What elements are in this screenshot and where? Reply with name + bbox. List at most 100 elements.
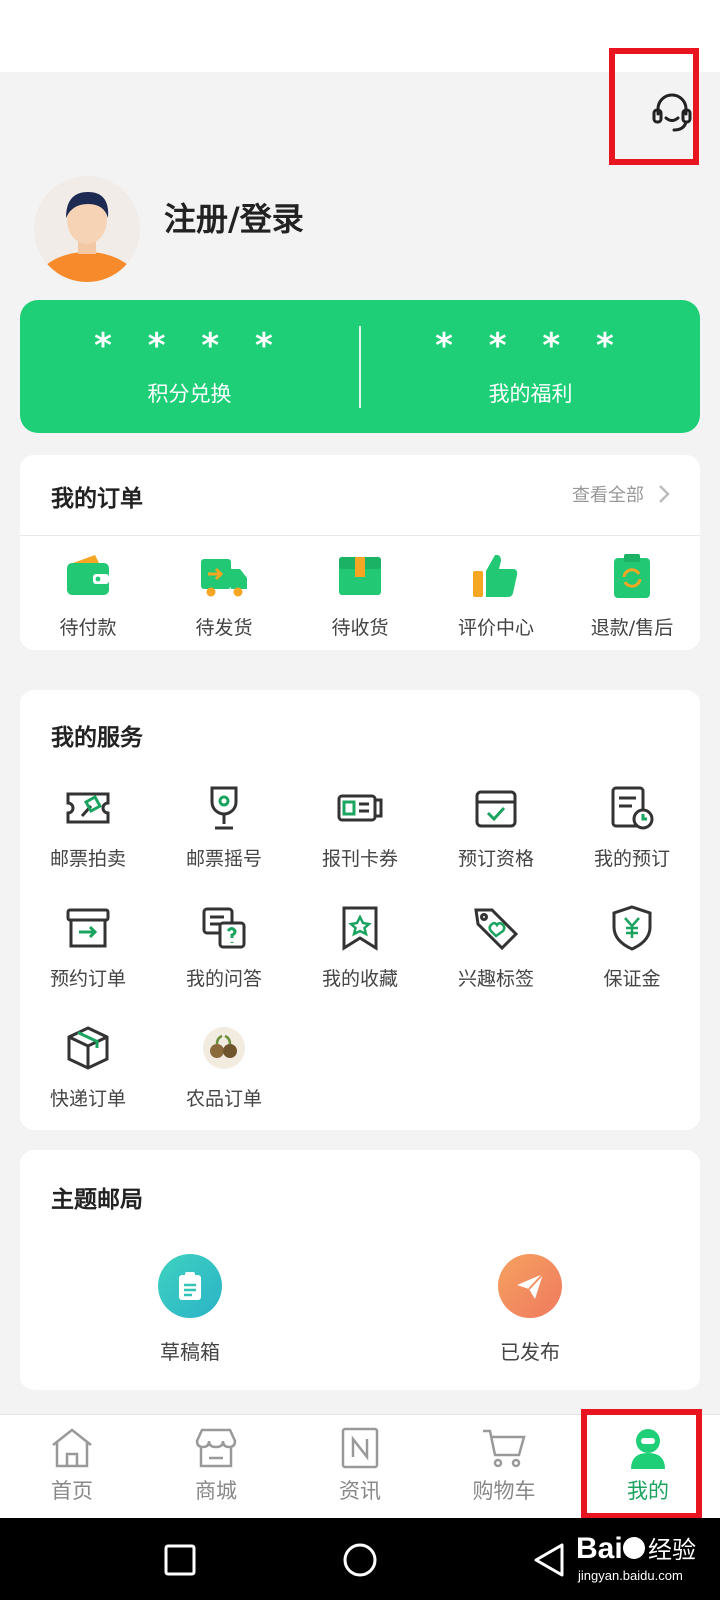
order-pending-payment[interactable]: 待付款 — [20, 551, 156, 640]
tab-mine[interactable]: 我的 — [576, 1427, 720, 1505]
question-chat-icon — [202, 907, 246, 949]
orders-title: 我的订单 — [51, 486, 143, 512]
order-pending-payment-label: 待付款 — [59, 617, 117, 639]
order-pending-shipment-label: 待发货 — [195, 617, 253, 639]
services-card: 我的服务 邮票拍卖 邮票摇号 报刊卡券 预订资格 我的预订 预约订单 我的问答 … — [20, 690, 700, 1130]
view-all-orders-link[interactable]: 查看全部 — [572, 481, 670, 507]
tab-home-label: 首页 — [51, 1479, 93, 1503]
back-button[interactable] — [530, 1540, 570, 1580]
delivery-truck-icon — [201, 559, 247, 597]
points-exchange-label: 积分兑换 — [147, 381, 232, 406]
document-clock-icon — [611, 786, 654, 830]
home-button[interactable] — [340, 1540, 380, 1580]
service-express-orders[interactable]: 快递订单 — [20, 1024, 156, 1111]
my-benefits[interactable]: * * * * 我的福利 — [361, 326, 700, 408]
service-my-qa[interactable]: 我的问答 — [156, 904, 292, 991]
bookmark-star-icon — [342, 906, 378, 951]
service-stamp-lottery[interactable]: 邮票摇号 — [156, 784, 292, 871]
baidu-jingyan-watermark: Bai 经验 jingyan.baidu.com — [576, 1532, 696, 1583]
service-reserved-orders[interactable]: 预约订单 — [20, 904, 156, 991]
view-all-label: 查看全部 — [572, 485, 644, 506]
order-review-center-label: 评价中心 — [457, 617, 534, 639]
tab-news-label: 资讯 — [339, 1479, 381, 1503]
store-icon — [195, 1428, 237, 1468]
customer-service-button[interactable] — [642, 82, 702, 142]
points-value: * * * * — [94, 325, 285, 366]
published-button[interactable]: 已发布 — [430, 1254, 630, 1365]
svg-text:jingyan.baidu.com: jingyan.baidu.com — [577, 1568, 683, 1583]
order-refund-aftersales[interactable]: 退款/售后 — [564, 551, 700, 640]
wallet-icon — [67, 555, 109, 595]
system-navigation-bar: Bai 经验 jingyan.baidu.com — [0, 1518, 720, 1600]
user-icon — [631, 1429, 665, 1469]
tab-cart-label: 购物车 — [472, 1479, 536, 1503]
points-card: * * * * 积分兑换 * * * * 我的福利 — [20, 300, 700, 433]
tag-heart-icon — [474, 908, 519, 951]
service-deposit-label: 保证金 — [603, 968, 661, 990]
service-stamp-auction[interactable]: 邮票拍卖 — [20, 784, 156, 871]
service-reserved-orders-label: 预约订单 — [49, 968, 126, 990]
points-divider — [359, 325, 361, 408]
benefits-value: * * * * — [435, 325, 626, 366]
headset-icon — [652, 93, 692, 132]
cart-icon — [483, 1429, 526, 1468]
default-avatar-icon — [35, 192, 139, 282]
my-benefits-label: 我的福利 — [488, 381, 573, 406]
points-exchange[interactable]: * * * * 积分兑换 — [20, 326, 359, 408]
services-title: 我的服务 — [51, 725, 143, 751]
trophy-icon — [210, 786, 238, 830]
orders-divider — [20, 535, 700, 536]
service-farm-orders-label: 农品订单 — [185, 1088, 262, 1110]
service-my-favorites[interactable]: 我的收藏 — [292, 904, 428, 991]
theme-post-title: 主题邮局 — [51, 1187, 143, 1213]
svg-text:Bai: Bai — [576, 1532, 623, 1565]
service-stamp-auction-label: 邮票拍卖 — [49, 848, 126, 870]
order-pending-shipment[interactable]: 待发货 — [156, 551, 292, 640]
auction-hammer-icon — [66, 792, 110, 824]
service-deposit[interactable]: 保证金 — [564, 904, 700, 991]
service-booking-eligibility-label: 预订资格 — [457, 848, 534, 870]
status-bar — [0, 0, 720, 72]
order-pending-receipt[interactable]: 待收货 — [292, 551, 428, 640]
service-newspaper-voucher-label: 报刊卡券 — [321, 848, 398, 870]
login-register-link[interactable]: 注册/登录 — [164, 194, 304, 240]
tab-mall[interactable]: 商城 — [144, 1427, 288, 1505]
inbox-arrow-icon — [66, 908, 110, 948]
order-refund-aftersales-label: 退款/售后 — [590, 617, 674, 639]
service-my-bookings-label: 我的预订 — [593, 848, 670, 870]
service-booking-eligibility[interactable]: 预订资格 — [428, 784, 564, 871]
service-my-bookings[interactable]: 我的预订 — [564, 784, 700, 871]
tab-cart[interactable]: 购物车 — [432, 1427, 576, 1505]
drafts-circle — [158, 1254, 222, 1318]
service-interest-tags-label: 兴趣标签 — [457, 968, 534, 990]
service-interest-tags[interactable]: 兴趣标签 — [428, 904, 564, 991]
fruit-icon — [203, 1027, 245, 1069]
service-express-orders-label: 快递订单 — [49, 1088, 126, 1110]
recent-apps-button[interactable] — [160, 1540, 200, 1580]
package-box-icon — [339, 557, 381, 595]
tab-news[interactable]: 资讯 — [288, 1427, 432, 1505]
home-icon — [52, 1428, 92, 1468]
order-review-center[interactable]: 评价中心 — [428, 551, 564, 640]
parcel-cube-icon — [67, 1026, 109, 1070]
service-my-favorites-label: 我的收藏 — [321, 968, 398, 990]
chevron-right-icon — [659, 485, 670, 503]
published-circle — [498, 1254, 562, 1318]
avatar[interactable] — [34, 176, 140, 282]
news-icon — [341, 1427, 379, 1469]
svg-text:经验: 经验 — [648, 1536, 696, 1564]
published-label: 已发布 — [500, 1340, 560, 1364]
tab-mine-label: 我的 — [627, 1479, 669, 1503]
paper-plane-icon — [517, 1273, 544, 1299]
service-stamp-lottery-label: 邮票摇号 — [185, 848, 262, 870]
service-newspaper-voucher[interactable]: 报刊卡券 — [292, 784, 428, 871]
tab-mall-label: 商城 — [195, 1479, 237, 1503]
calendar-check-icon — [475, 790, 517, 828]
tab-home[interactable]: 首页 — [0, 1427, 144, 1505]
drafts-button[interactable]: 草稿箱 — [90, 1254, 290, 1365]
service-farm-orders[interactable]: 农品订单 — [156, 1024, 292, 1111]
bottom-tab-bar: 首页 商城 资讯 购物车 我的 — [0, 1414, 720, 1518]
clipboard-icon — [179, 1272, 201, 1300]
drafts-label: 草稿箱 — [160, 1340, 220, 1364]
theme-post-card: 主题邮局 草稿箱 已发布 — [20, 1150, 700, 1390]
